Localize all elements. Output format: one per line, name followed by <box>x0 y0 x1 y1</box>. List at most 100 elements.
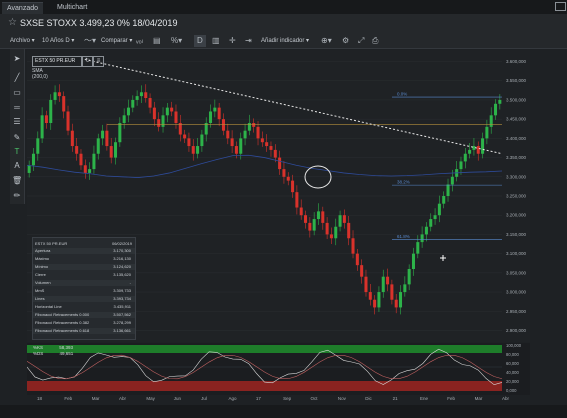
data-row: Fibonacci Retracements 0.000 3.507,562 <box>33 312 135 318</box>
candle-body <box>256 126 260 139</box>
chart-type-icon[interactable]: 〜▾ <box>84 35 96 47</box>
data-row: MmS 3.309,733 <box>33 288 135 294</box>
daily-button[interactable]: D <box>194 35 206 47</box>
fullscreen-icon[interactable]: ⤢ <box>358 35 364 47</box>
candle-body <box>109 146 113 158</box>
x-tick-label: Ene <box>419 396 428 401</box>
candle-body <box>291 180 295 193</box>
candle-body <box>308 222 312 231</box>
stochastic-chart: 100,000 80,000 60,000 40,000 20,000 0,000 <box>27 343 522 393</box>
candle-body <box>27 165 31 173</box>
y-tick-label: 3.250,000 <box>506 194 527 199</box>
star-icon[interactable]: ☆ <box>8 17 17 28</box>
candle-body <box>355 253 359 266</box>
candle-body <box>329 234 333 239</box>
annotation-icon[interactable]: A <box>12 161 22 170</box>
layout-icon[interactable]: ▤ <box>153 35 161 47</box>
data-row-label: Máximo <box>35 256 50 261</box>
candle-body <box>234 146 238 154</box>
data-row-label: Lines <box>35 296 45 301</box>
candle-body <box>481 138 485 154</box>
candle-body <box>321 211 325 223</box>
add-indicator-dropdown[interactable]: Añadir indicador ▾ <box>261 35 309 47</box>
candle-body <box>200 134 204 147</box>
ind-tick-label: 80,000 <box>506 352 519 357</box>
data-row-value: 3.216,130 <box>113 256 131 261</box>
candle-body <box>96 138 100 154</box>
period-dropdown[interactable]: 10 Años D ▾ <box>42 35 74 47</box>
candle-body <box>260 138 264 143</box>
tab-bar: Avanzado Multichart <box>0 0 567 15</box>
data-row-label: Fibonacci Retracements 0.382 <box>35 320 90 325</box>
ind-tick-label: 60,000 <box>506 361 519 366</box>
line-tool-icon[interactable]: ╱ <box>12 73 22 82</box>
y-tick-label: 3.500,000 <box>506 97 527 102</box>
refresh-icon[interactable]: ↻ <box>82 56 93 67</box>
candle-body <box>282 169 286 177</box>
candle-body <box>429 219 433 227</box>
legend-symbol[interactable]: ESTX 50 PR.EUR <box>32 56 82 67</box>
draw-icon[interactable]: ⇥ <box>245 35 252 47</box>
fib-label-f382: 38.2% <box>397 180 410 185</box>
candle-body <box>161 115 165 127</box>
d-value: 49,651 <box>59 351 74 356</box>
data-row-value: 3.507,562 <box>113 312 131 317</box>
y-tick-label: 3.300,000 <box>506 174 527 179</box>
candle-body <box>187 138 191 147</box>
candle-body <box>403 284 407 293</box>
crosshair-icon[interactable]: ✛ <box>229 35 236 47</box>
y-tick-label: 3.550,000 <box>506 78 527 83</box>
comparar-dropdown[interactable]: Comparar ▾ <box>101 35 132 47</box>
candle-body <box>459 161 463 170</box>
x-tick-label: 21 <box>392 396 398 401</box>
candle-body <box>118 123 122 143</box>
rectangle-tool-icon[interactable]: ▭ <box>12 88 22 97</box>
trash-icon[interactable]: 🗑 <box>12 176 22 185</box>
data-row-label: Fibonacci Retracements 0.618 <box>35 328 90 333</box>
y-tick-label: 3.600,000 <box>506 59 527 64</box>
y-tick-label: 3.000,000 <box>506 290 527 295</box>
window-restore-icon[interactable] <box>555 2 566 11</box>
candle-body <box>88 169 92 173</box>
k-value: 58,393 <box>59 345 74 350</box>
print-icon[interactable]: ⎙ <box>372 35 378 47</box>
fib-tool-icon[interactable]: ☰ <box>12 117 22 126</box>
candle-body <box>174 111 178 123</box>
pencil-icon[interactable]: ✏ <box>12 191 22 200</box>
data-row-value: 3.435,911 <box>113 304 132 309</box>
candle-body <box>144 92 148 99</box>
candle-body <box>334 226 338 239</box>
candle-body <box>252 123 256 127</box>
text-tool-icon[interactable]: T <box>12 147 22 156</box>
brush-icon[interactable]: ✎ <box>12 133 22 142</box>
candle-body <box>243 130 247 139</box>
candle-body <box>312 219 316 231</box>
tab-multichart[interactable]: Multichart <box>52 2 92 14</box>
candle-body <box>148 98 152 108</box>
candle-body <box>40 115 44 139</box>
fx-icon[interactable]: ᵥₒₗ <box>136 35 143 47</box>
y-tick-label: 3.100,000 <box>506 251 527 256</box>
pointer-icon[interactable]: ➤ <box>12 54 22 63</box>
x-tick-label: Jul <box>201 396 207 401</box>
horizontal-line-icon[interactable]: ═ <box>12 103 22 112</box>
candle-body <box>399 292 403 308</box>
x-tick-label: Mar <box>91 396 100 401</box>
candle-body <box>381 276 385 293</box>
zoom-icon[interactable]: ⊕▾ <box>321 35 332 47</box>
candle-body <box>230 138 234 147</box>
candle-body <box>295 192 299 208</box>
percent-icon[interactable]: %▾ <box>171 35 182 47</box>
archivo-label: Archivo <box>10 38 31 44</box>
ind-tick-label: 40,000 <box>506 370 519 375</box>
legend-menu-icon[interactable]: ≡ <box>93 56 104 67</box>
bars-icon[interactable]: ▥ <box>212 35 220 47</box>
settings-icon[interactable]: ⚙ <box>342 35 349 47</box>
y-tick-label: 2.950,000 <box>506 309 527 314</box>
candle-body <box>70 130 74 147</box>
archivo-dropdown[interactable]: Archivo ▾ <box>10 35 35 47</box>
data-row-label: Apertura <box>35 248 51 253</box>
candle-body <box>394 299 398 308</box>
overbought-band <box>27 345 502 353</box>
candle-body <box>191 146 195 154</box>
